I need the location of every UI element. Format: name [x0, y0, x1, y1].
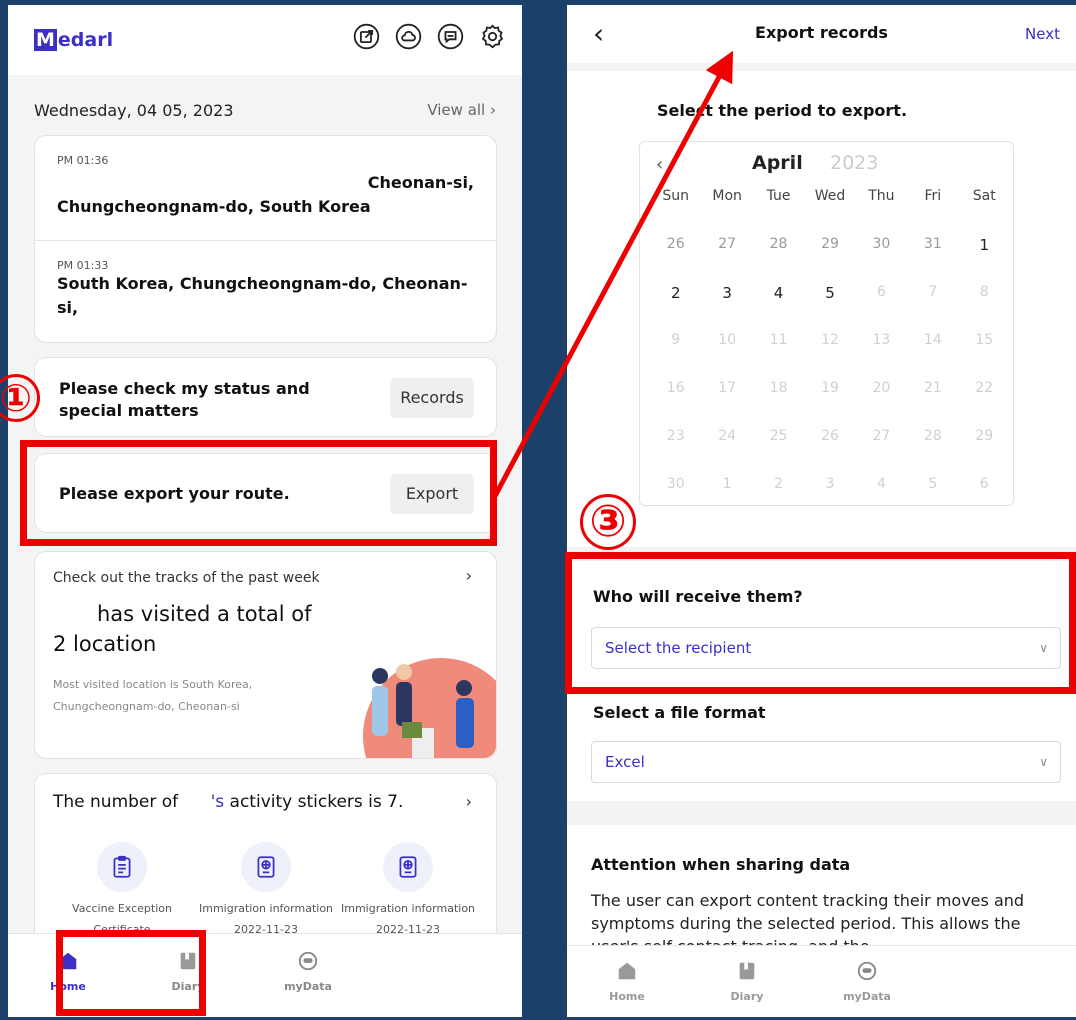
arrow-annotation — [492, 50, 734, 498]
